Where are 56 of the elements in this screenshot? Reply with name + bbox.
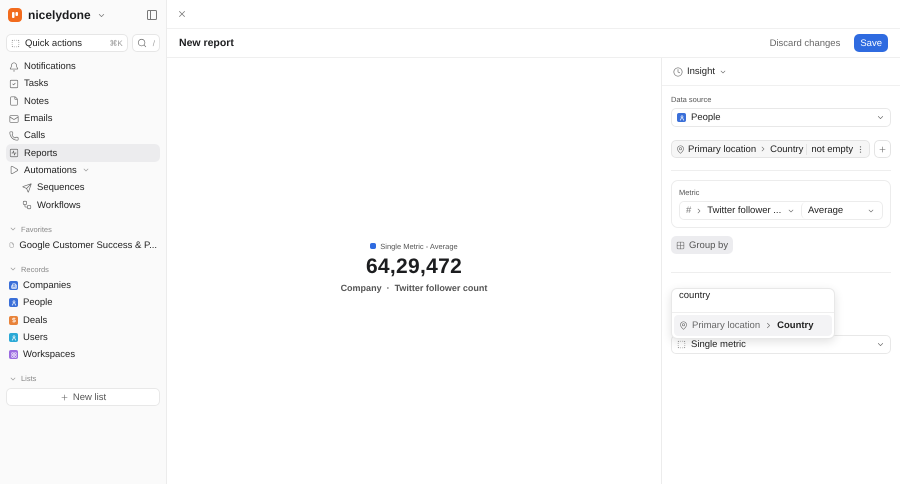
clock-icon <box>673 66 683 76</box>
nav-item[interactable]: Reports <box>6 144 160 162</box>
document-icon <box>9 240 14 250</box>
close-icon[interactable] <box>177 9 187 19</box>
nav-icon <box>9 62 19 72</box>
nav-item[interactable]: Tasks <box>6 75 160 93</box>
report-type-button[interactable]: Insight <box>673 66 727 77</box>
metric-subtitle: Company <box>340 282 382 292</box>
discard-button[interactable]: Discard changes <box>764 36 846 50</box>
group-by-button[interactable]: Group by <box>671 236 734 254</box>
chevron-icon <box>876 340 885 349</box>
location-pin-icon <box>676 144 685 154</box>
nav-item[interactable]: Notes <box>6 92 160 110</box>
plus-icon <box>60 392 69 402</box>
record-item[interactable]: Companies <box>6 276 160 294</box>
nav-item[interactable]: Automations <box>6 162 160 180</box>
search-field[interactable]: country <box>672 289 834 313</box>
report-title: New report <box>179 37 234 49</box>
plus-icon <box>878 144 888 154</box>
play-icon <box>9 165 19 176</box>
workspace-name[interactable]: nicelydone <box>28 8 91 22</box>
search-icon <box>136 38 147 48</box>
dropdown-option[interactable]: Primary location Country <box>674 315 832 336</box>
filter-chip[interactable]: Primary location Country not empty <box>671 140 870 158</box>
person-icon <box>677 113 686 122</box>
new-list-button[interactable]: New list <box>6 388 160 406</box>
nav-item[interactable]: Sequences <box>6 179 160 196</box>
sidebar-toggle-icon[interactable] <box>146 9 158 21</box>
nav-icon <box>9 96 19 106</box>
data-source-select[interactable]: People <box>671 108 891 127</box>
record-item[interactable]: People <box>6 294 160 312</box>
separator: · <box>386 282 390 292</box>
nav-icon <box>9 130 19 141</box>
shortcut-hint: ⌘K <box>109 38 123 48</box>
nav-icon <box>9 114 19 124</box>
workspace-logo <box>8 8 22 22</box>
nav-icon <box>22 182 32 193</box>
nav-item[interactable]: Workflows <box>6 196 160 214</box>
record-item[interactable]: Deals <box>6 312 160 329</box>
nav-icon <box>9 78 19 89</box>
nav-item[interactable]: Notifications <box>6 58 160 76</box>
save-button[interactable]: Save <box>854 34 888 52</box>
nav-icon <box>9 148 19 158</box>
record-item[interactable]: Workspaces <box>6 346 160 364</box>
metric-subtitle: Twitter follower count <box>394 282 488 292</box>
location-pin-icon <box>679 321 688 330</box>
favorite-item[interactable]: Google Customer Success & P... <box>6 236 160 254</box>
quick-actions-button[interactable]: Quick actions ⌘K <box>6 34 128 52</box>
nav-icon <box>22 200 32 210</box>
grid-icon <box>676 240 685 250</box>
add-filter-button[interactable] <box>874 140 891 158</box>
nav-item[interactable]: Calls <box>6 127 160 144</box>
nav-item[interactable]: Emails <box>6 110 160 128</box>
chevron-icon <box>876 113 885 122</box>
record-item[interactable]: Users <box>6 328 160 346</box>
metric-value: 64,29,472 <box>366 254 462 278</box>
